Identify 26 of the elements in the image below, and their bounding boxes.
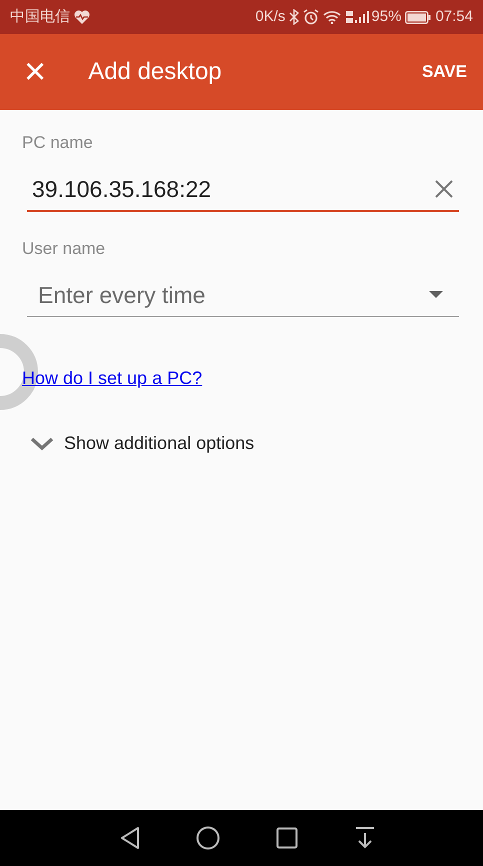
carrier-name: 中国电信: [10, 6, 70, 27]
clock-time: 07:54: [435, 6, 473, 27]
clear-icon[interactable]: [433, 178, 455, 200]
dropdown-arrow-icon: [429, 291, 443, 298]
home-icon[interactable]: [196, 826, 220, 850]
field-label: PC name: [22, 132, 94, 154]
back-icon[interactable]: [120, 826, 140, 850]
battery-percent: 95%: [371, 6, 402, 27]
alarm-icon: [303, 9, 320, 25]
pc-name-field[interactable]: 39.106.35.168:22: [27, 168, 459, 212]
close-button[interactable]: ×: [16, 53, 54, 91]
download-icon[interactable]: [354, 826, 376, 850]
network-speed: 0K/s: [255, 6, 286, 27]
heart-icon: [74, 10, 90, 24]
battery-icon: [405, 10, 432, 24]
field-label: User name: [22, 238, 106, 260]
wifi-icon: [323, 10, 342, 24]
chevron-down-icon: [30, 436, 54, 450]
page-title: Add desktop: [88, 57, 222, 87]
help-link[interactable]: How do I set up a PC?: [22, 368, 202, 388]
recents-icon[interactable]: [276, 827, 298, 849]
save-button[interactable]: SAVE: [414, 51, 475, 93]
user-name-dropdown[interactable]: Enter every time: [27, 274, 459, 317]
bluetooth-icon: [289, 9, 300, 25]
show-options-toggle[interactable]: Show additional options: [30, 430, 254, 457]
signal-icon: [345, 10, 372, 24]
